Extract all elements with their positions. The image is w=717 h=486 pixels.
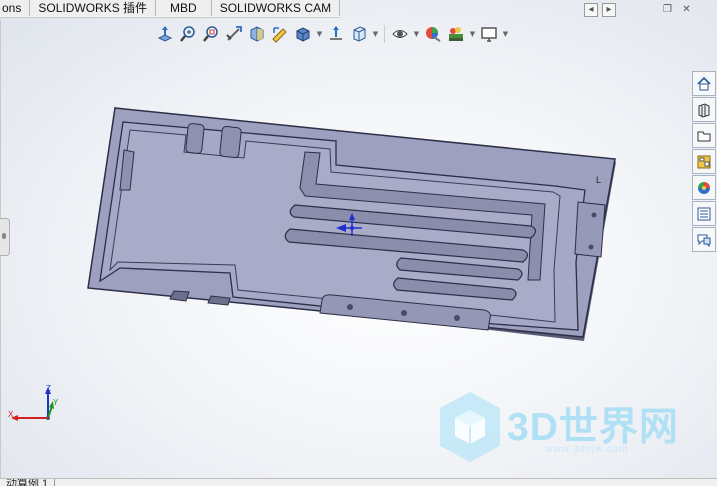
reference-triad: Z X Y: [8, 384, 58, 421]
part-top-slot: [185, 123, 205, 154]
watermark-url: www.3dsjw.com: [545, 444, 629, 455]
triad-z-label: Z: [46, 384, 51, 393]
part-hole: [347, 304, 353, 310]
part-edge-notch: [207, 295, 231, 306]
part-hole: [591, 212, 597, 218]
part-hole: [401, 310, 407, 316]
part-edge-notch: [169, 290, 190, 302]
triad-y-label: Y: [53, 398, 58, 407]
part-top-slot: [219, 126, 242, 159]
part-hole: [454, 315, 460, 321]
part-hole: [588, 244, 594, 250]
triad-x-label: X: [8, 410, 14, 419]
part-corner-label: L: [596, 175, 601, 185]
